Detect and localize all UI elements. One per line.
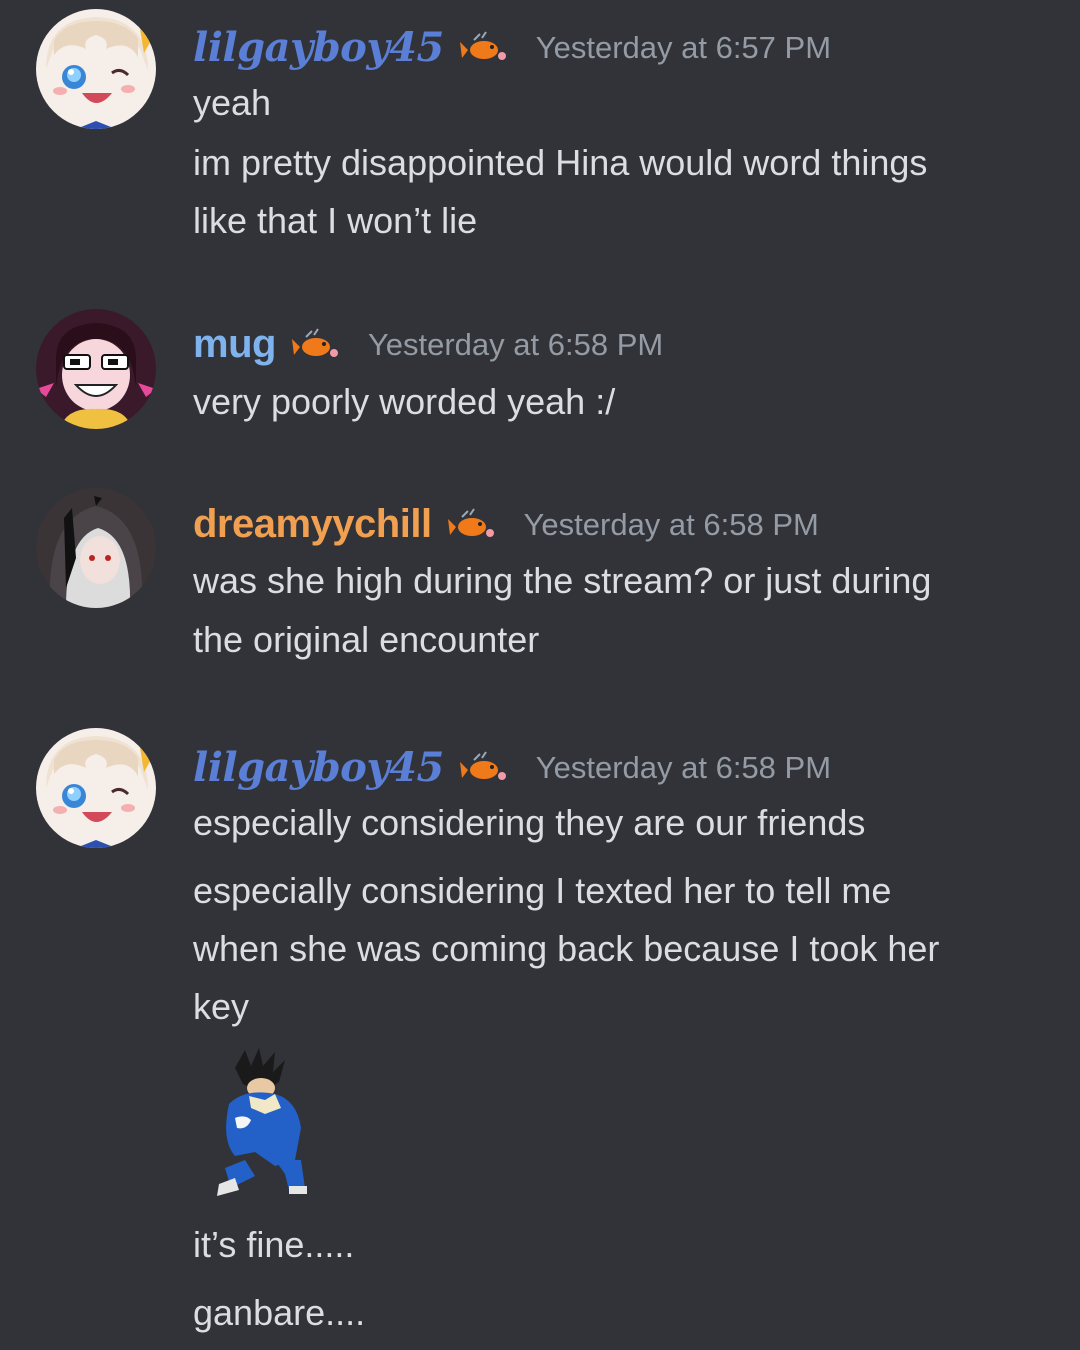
user-avatar[interactable] [36, 309, 156, 429]
username[interactable]: dreamyychill [193, 502, 432, 547]
message-line: it’s fine..... [193, 1224, 355, 1265]
message-line: especially considering I texted her to t… [193, 870, 892, 911]
hooded-girl-avatar-icon [36, 488, 156, 608]
user-avatar[interactable] [36, 728, 156, 848]
anime-girl-avatar-icon [36, 728, 156, 848]
message-line: very poorly worded yeah :/ [193, 381, 616, 422]
message-line: the original encounter [193, 619, 540, 660]
username[interactable]: lilgayboy45 [193, 744, 444, 791]
username[interactable]: lilgayboy45 [193, 24, 444, 71]
message-line: was she high during the stream? or just … [193, 560, 932, 601]
message-line: key [193, 986, 250, 1027]
user-avatar[interactable] [36, 9, 156, 129]
timestamp: Yesterday at 6:58 PM [367, 326, 664, 362]
message-line: yeah [193, 82, 272, 123]
message-line: like that I won’t lie [193, 200, 478, 241]
user-avatar[interactable] [36, 488, 156, 608]
sunglasses-face-avatar-icon [36, 309, 156, 429]
timestamp: Yesterday at 6:58 PM [523, 506, 819, 542]
message-line: especially considering they are our frie… [193, 802, 866, 843]
message-header: lilgayboy45 Yesterday at 6:58 PM [193, 744, 831, 791]
message-line: im pretty disappointed Hina would word t… [193, 142, 928, 183]
message-header: lilgayboy45 Yesterday at 6:57 PM [193, 24, 831, 71]
goldfish-badge-icon [291, 327, 338, 357]
message-header: dreamyychill Yesterday at 6:58 PM [193, 502, 819, 547]
anime-girl-avatar-icon [36, 9, 156, 129]
crouching-saiyan-sticker-icon[interactable] [205, 1048, 325, 1198]
goldfish-badge-icon [459, 750, 506, 780]
goldfish-badge-icon [447, 507, 494, 537]
message-line: when she was coming back because I took … [193, 928, 940, 969]
goldfish-badge-icon [459, 30, 506, 60]
timestamp: Yesterday at 6:57 PM [535, 29, 832, 65]
timestamp: Yesterday at 6:58 PM [535, 749, 832, 785]
message-header: mug Yesterday at 6:58 PM [193, 322, 663, 367]
username[interactable]: mug [193, 322, 276, 367]
message-line: ganbare.... [193, 1292, 366, 1333]
